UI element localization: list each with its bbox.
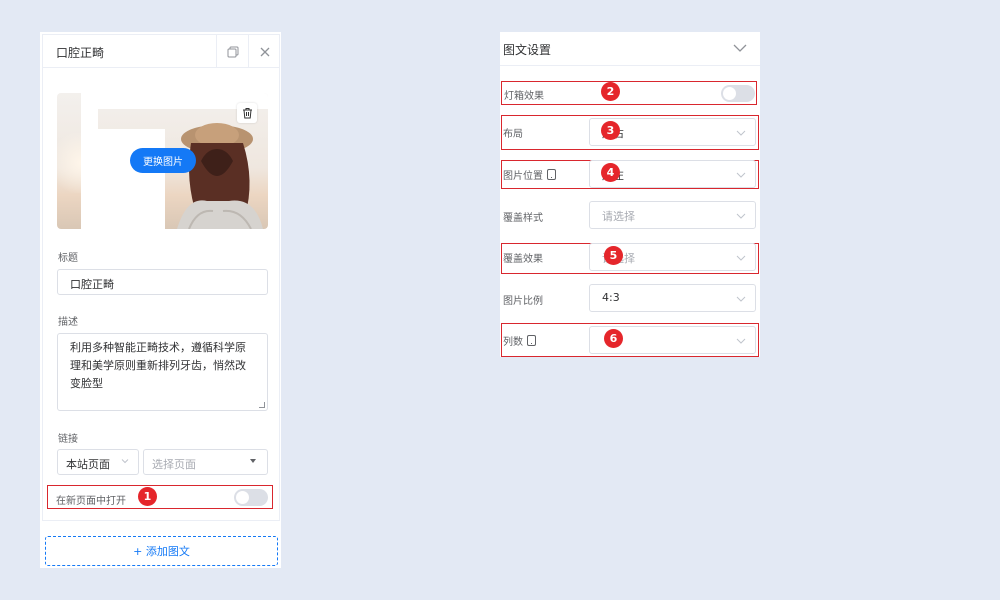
link-type-select[interactable]: 本站页面 <box>57 449 139 475</box>
card-header: 口腔正畸 <box>43 35 279 68</box>
card-title: 口腔正畸 <box>56 46 105 60</box>
open-new-page-toggle[interactable] <box>234 489 268 506</box>
chevron-down-icon <box>736 338 746 344</box>
link-type-value: 本站页面 <box>66 458 110 471</box>
title-label: 标题 <box>58 253 78 264</box>
columns-label: 列数 <box>503 333 536 348</box>
title-input[interactable]: 口腔正畸 <box>57 269 268 295</box>
add-image-text-button[interactable]: + 添加图文 <box>45 536 278 566</box>
chevron-down-icon <box>736 130 746 136</box>
copy-icon <box>227 46 238 57</box>
image-text-item-card: 口腔正畸 更换图片 标题 口腔正畸 描述 利用多种智能正畸技术，遵循科学原理和美… <box>42 34 280 521</box>
description-text: 利用多种智能正畸技术，遵循科学原理和美学原则重新排列牙齿，悄然改变脸型 <box>70 341 246 390</box>
resize-handle-icon[interactable] <box>259 402 265 408</box>
annotation-badge-3: 3 <box>601 121 620 140</box>
aspect-ratio-select[interactable]: 4:3 <box>589 284 756 312</box>
annotation-badge-5: 5 <box>604 246 623 265</box>
image-text-settings-panel: 图文设置 灯箱效果 2 布局 居右 3 图片位置 居左 4 覆盖样式 请选择 覆… <box>500 32 760 357</box>
lightbox-effect-label: 灯箱效果 <box>504 91 544 102</box>
replace-image-button[interactable]: 更换图片 <box>130 148 196 173</box>
tablet-icon <box>527 335 536 346</box>
chevron-down-icon <box>736 172 746 178</box>
aspect-ratio-label: 图片比例 <box>503 296 543 307</box>
open-new-page-row: 在新页面中打开 <box>47 485 273 509</box>
annotation-badge-6: 6 <box>604 329 623 348</box>
lightbox-effect-toggle[interactable] <box>721 85 755 102</box>
woman-photo <box>177 123 263 229</box>
layout-label: 布局 <box>503 129 523 140</box>
chevron-down-icon <box>121 459 129 464</box>
trash-icon <box>242 108 252 119</box>
caret-down-icon <box>250 459 256 463</box>
description-label: 描述 <box>58 317 78 328</box>
lightbox-effect-row: 灯箱效果 <box>501 81 757 105</box>
description-textarea[interactable]: 利用多种智能正畸技术，遵循科学原理和美学原则重新排列牙齿，悄然改变脸型 <box>57 333 268 411</box>
chevron-down-icon <box>736 255 746 261</box>
annotation-badge-4: 4 <box>601 163 620 182</box>
annotation-badge-1: 1 <box>138 487 157 506</box>
link-page-placeholder: 选择页面 <box>152 458 196 471</box>
settings-title: 图文设置 <box>503 43 552 57</box>
settings-header[interactable]: 图文设置 <box>500 32 760 66</box>
aspect-ratio-value: 4:3 <box>602 291 620 304</box>
close-icon <box>260 47 269 56</box>
annotation-badge-2: 2 <box>601 82 620 101</box>
link-page-select[interactable]: 选择页面 <box>143 449 268 475</box>
cover-effect-label: 覆盖效果 <box>503 254 543 265</box>
cover-style-select[interactable]: 请选择 <box>589 201 756 229</box>
link-label: 链接 <box>58 434 78 445</box>
delete-image-button[interactable] <box>237 103 257 123</box>
cover-style-placeholder: 请选择 <box>602 210 635 223</box>
tablet-icon <box>547 169 556 180</box>
cover-style-label: 覆盖样式 <box>503 213 543 224</box>
open-new-page-label: 在新页面中打开 <box>56 496 126 507</box>
chevron-down-icon <box>736 296 746 302</box>
chevron-down-icon <box>736 213 746 219</box>
image-position-label: 图片位置 <box>503 167 556 182</box>
image-preview: 更换图片 <box>57 93 268 229</box>
copy-button[interactable] <box>216 35 248 68</box>
chevron-down-icon[interactable] <box>732 40 748 56</box>
close-button[interactable] <box>248 35 280 68</box>
image-text-editor-panel: 口腔正畸 更换图片 标题 口腔正畸 描述 利用多种智能正畸技术，遵循科学原理和美… <box>40 32 281 568</box>
